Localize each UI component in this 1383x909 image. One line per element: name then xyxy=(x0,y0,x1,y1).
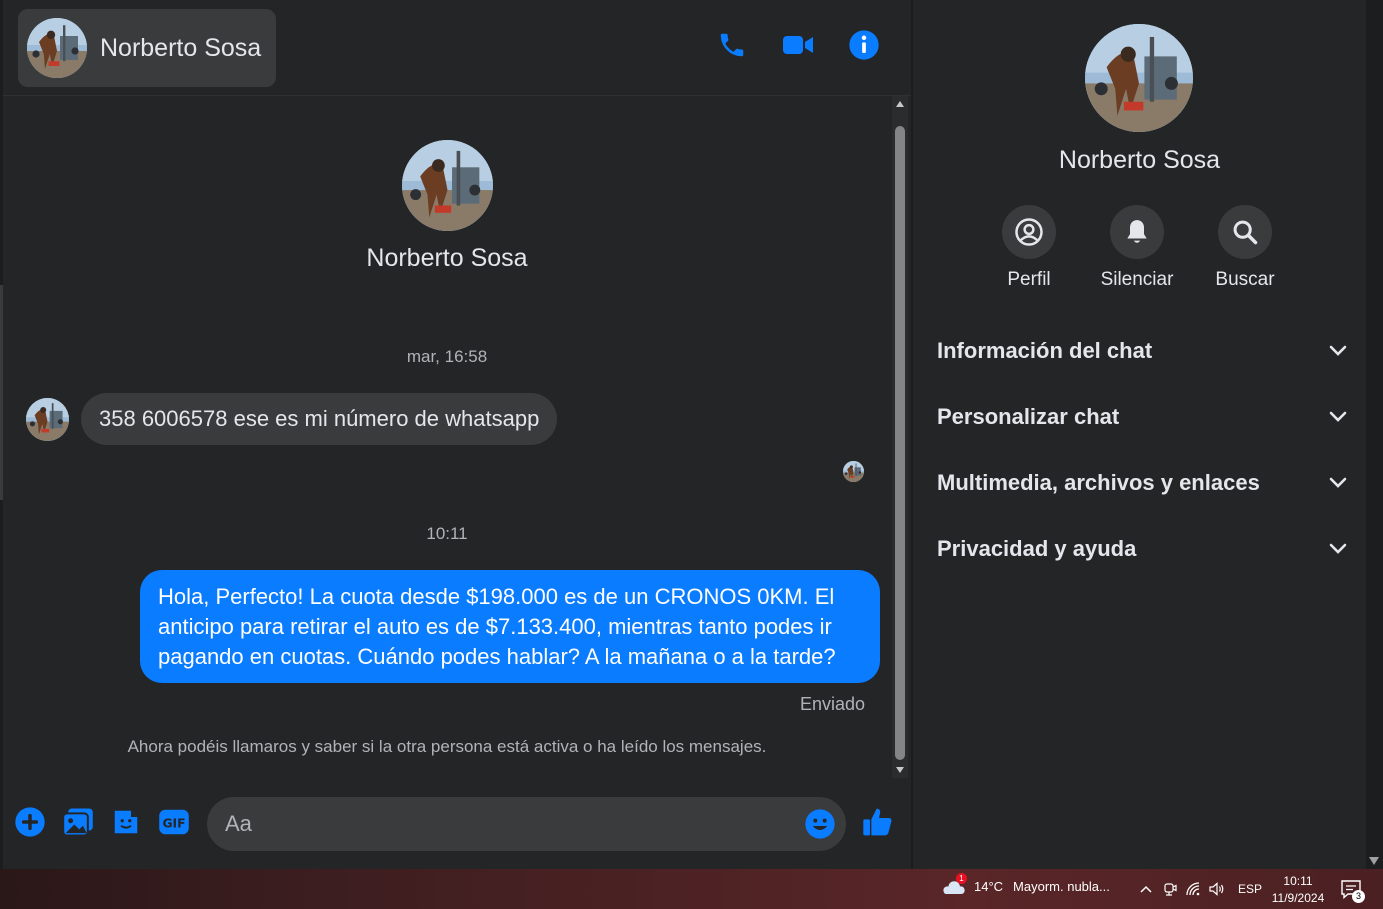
details-name: Norberto Sosa xyxy=(1058,146,1221,174)
sent-status: Enviado xyxy=(799,694,865,714)
volume-icon[interactable] xyxy=(1209,881,1225,897)
input-language[interactable]: ESP xyxy=(1238,882,1262,896)
incoming-message-row: 358 6006578 ese es mi número de whatsapp xyxy=(26,393,558,445)
page-scrollbar[interactable] xyxy=(1366,0,1383,869)
chevron-up-icon[interactable] xyxy=(1138,881,1154,897)
section-title: Privacidad y ayuda xyxy=(937,536,1137,561)
section-title: Multimedia, archivos y enlaces xyxy=(937,470,1260,495)
header-actions xyxy=(715,28,881,62)
conversation-profile-avatar[interactable] xyxy=(401,140,493,231)
section-title: Personalizar chat xyxy=(937,404,1120,429)
section-customize-chat[interactable]: Personalizar chat xyxy=(937,397,1347,437)
contact-name: Norberto Sosa xyxy=(100,33,262,62)
search-action[interactable]: Buscar xyxy=(1191,205,1299,291)
chat-header: Norberto Sosa xyxy=(3,0,911,96)
gif-icon[interactable]: GIF xyxy=(157,805,191,839)
scroll-down-arrow-icon[interactable] xyxy=(892,762,908,778)
chevron-down-icon xyxy=(1329,477,1347,488)
chat-panel: Norberto Sosa Norberto Sosa mar, 16:58 3… xyxy=(3,0,911,869)
bell-icon[interactable] xyxy=(1110,205,1164,259)
section-title: Información del chat xyxy=(937,338,1153,363)
profile-action[interactable]: Perfil xyxy=(975,205,1083,291)
taskbar-clock[interactable]: 10:11 11/9/2024 xyxy=(1266,873,1330,907)
section-chat-info[interactable]: Información del chat xyxy=(937,331,1347,371)
add-plus-icon[interactable] xyxy=(13,805,47,839)
video-camera-icon[interactable] xyxy=(781,28,815,62)
phone-icon[interactable] xyxy=(715,28,749,62)
clock-date: 11/9/2024 xyxy=(1271,891,1325,905)
message-list[interactable]: Norberto Sosa mar, 16:58 358 6006578 ese… xyxy=(3,96,891,778)
chevron-down-icon xyxy=(1329,345,1347,356)
info-note: Ahora podéis llamaros y saber si la otra… xyxy=(127,737,767,756)
messenger-window: Norberto Sosa Norberto Sosa mar, 16:58 3… xyxy=(0,0,1383,869)
message-input[interactable] xyxy=(225,797,795,851)
sender-avatar[interactable] xyxy=(26,397,69,441)
scroll-thumb[interactable] xyxy=(895,126,905,760)
message-composer: GIF xyxy=(3,790,911,860)
svg-text:GIF: GIF xyxy=(162,817,185,831)
weather-description: Mayorm. nubla... xyxy=(1013,878,1110,894)
notification-center[interactable]: 3 xyxy=(1340,879,1365,903)
chevron-down-icon xyxy=(1329,543,1347,554)
contact-avatar[interactable] xyxy=(27,18,87,78)
profile-icon[interactable] xyxy=(1002,205,1056,259)
meet-now-icon[interactable] xyxy=(1162,881,1178,897)
contact-chip[interactable]: Norberto Sosa xyxy=(18,9,276,87)
clock-time: 10:11 xyxy=(1283,874,1313,888)
message-timestamp: 10:11 xyxy=(426,524,468,543)
mute-action-label: Silenciar xyxy=(1100,269,1174,290)
emoji-icon[interactable] xyxy=(804,808,836,840)
search-action-label: Buscar xyxy=(1215,269,1275,290)
photo-gallery-icon[interactable] xyxy=(61,805,95,839)
message-timestamp: mar, 16:58 xyxy=(406,347,488,366)
profile-action-label: Perfil xyxy=(1007,269,1051,290)
info-icon[interactable] xyxy=(847,28,881,62)
conversation-profile: Norberto Sosa xyxy=(3,140,891,273)
incoming-message-bubble[interactable]: 358 6006578 ese es mi número de whatsapp xyxy=(81,393,558,445)
read-receipt-avatar xyxy=(843,461,864,482)
weather-alert-badge: 1 xyxy=(956,873,967,884)
chevron-down-icon xyxy=(1329,411,1347,422)
weather-widget[interactable]: 1 14°C Mayorm. nubla... xyxy=(940,873,1110,896)
conversation-details-panel: Norberto Sosa Perfil Silenciar Buscar In… xyxy=(913,0,1366,869)
outgoing-message-bubble[interactable]: Hola, Perfecto! La cuota desde $198.000 … xyxy=(140,570,880,683)
wifi-icon[interactable] xyxy=(1186,881,1202,897)
scroll-up-arrow-icon[interactable] xyxy=(892,96,908,112)
notification-count: 3 xyxy=(1352,890,1365,903)
search-icon[interactable] xyxy=(1218,205,1272,259)
details-avatar[interactable] xyxy=(1085,24,1193,132)
conversation-profile-name: Norberto Sosa xyxy=(366,244,528,272)
scroll-down-arrow-icon[interactable] xyxy=(1369,857,1379,865)
sticker-icon[interactable] xyxy=(109,805,143,839)
weather-temperature: 14°C xyxy=(974,878,1004,894)
message-input-container[interactable] xyxy=(207,797,846,851)
taskbar: 1 14°C Mayorm. nubla... ESP 10:11 11/9/2… xyxy=(0,869,1383,909)
mute-action[interactable]: Silenciar xyxy=(1083,205,1191,291)
section-media-files-links[interactable]: Multimedia, archivos y enlaces xyxy=(937,463,1347,503)
message-scrollbar[interactable] xyxy=(892,96,908,778)
thumbs-up-icon[interactable] xyxy=(861,805,895,839)
section-privacy-help[interactable]: Privacidad y ayuda xyxy=(937,529,1347,569)
